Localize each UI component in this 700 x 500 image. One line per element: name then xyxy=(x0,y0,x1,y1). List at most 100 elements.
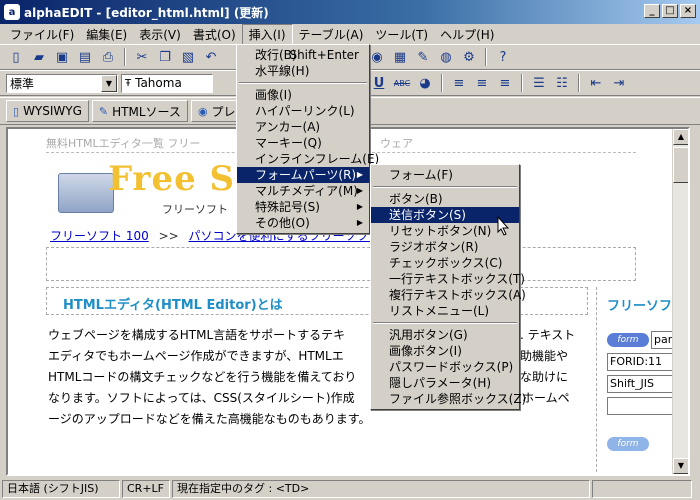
form-parts-menu-item[interactable]: 複行テキストボックス(A) xyxy=(371,287,526,303)
settings-gear-icon[interactable]: ⚙ xyxy=(459,47,479,67)
window-title: alphaEDIT - [editor_html.html] (更新) xyxy=(24,5,269,20)
scroll-up-icon[interactable]: ▲ xyxy=(673,129,688,145)
menu-table[interactable]: テーブル(A) xyxy=(293,25,370,44)
form-parts-menu-item[interactable]: ファイル参照ボックス(Z) xyxy=(371,391,526,407)
open-folder-icon[interactable]: ▰ xyxy=(29,47,49,67)
undo-icon[interactable]: ↶ xyxy=(201,47,221,67)
app-icon: a xyxy=(4,4,20,20)
maximize-button[interactable]: □ xyxy=(662,4,678,18)
insert-menu-item[interactable]: フォームパーツ(R) ▶ xyxy=(237,167,369,183)
menu-tools[interactable]: ツール(T) xyxy=(369,25,434,44)
form-parts-menu-item-label: 送信ボタン(S) xyxy=(389,208,466,222)
insert-menu-item[interactable]: ハイパーリンク(L) xyxy=(237,103,369,119)
right-heading: フリーソフ xyxy=(607,299,673,314)
document-icon: ▯ xyxy=(13,104,20,118)
align-center-icon[interactable]: ≡ xyxy=(472,73,492,93)
pencil-icon[interactable]: ✎ xyxy=(413,47,433,67)
wysiwyg-tab[interactable]: ▯ WYSIWYG xyxy=(6,100,89,122)
form-parts-submenu: フォーム(F) ボタン(B) 送信ボタン(S) リセットボタン(N) ラジオボタン(R)… xyxy=(370,164,526,410)
insert-menu-item-label: 水平線(H) xyxy=(255,64,310,78)
web-icon[interactable]: ◍ xyxy=(436,47,456,67)
insert-menu-item[interactable]: 水平線(H) xyxy=(237,63,369,79)
form-parts-menu-item[interactable]: ラジオボタン(R) xyxy=(371,239,519,255)
insert-menu-item[interactable]: マルチメディア(M) ▶ xyxy=(237,183,369,199)
status-extra xyxy=(592,480,692,498)
unordered-list-icon[interactable]: ☷ xyxy=(552,73,572,93)
section-heading: HTMLエディタ(HTML Editor)とは xyxy=(63,298,283,313)
insert-menu-item[interactable]: その他(O) ▶ xyxy=(237,215,369,231)
paragraph-fragment: . テキスト xyxy=(520,328,576,342)
font-select[interactable]: Ŧ Tahoma xyxy=(121,73,213,93)
menu-format[interactable]: 書式(O) xyxy=(187,25,242,44)
insert-menu-item-label: 画像(I) xyxy=(255,88,292,102)
insert-menu-item[interactable]: 画像(I) xyxy=(237,87,369,103)
outdent-icon[interactable]: ⇤ xyxy=(586,73,606,93)
insert-menu-item[interactable]: マーキー(Q) xyxy=(237,135,369,151)
align-left-icon[interactable]: ≡ xyxy=(449,73,469,93)
new-file-icon[interactable]: ▯ xyxy=(6,47,26,67)
color-palette-icon[interactable]: ◕ xyxy=(415,73,435,93)
form-parts-menu-item[interactable]: 汎用ボタン(G) xyxy=(371,327,519,343)
vertical-scrollbar[interactable]: ▲ ▼ xyxy=(672,129,688,474)
breadcrumb-separator: >> xyxy=(158,229,179,243)
form-parts-menu-item[interactable]: 画像ボタン(I) xyxy=(371,343,519,359)
print-icon[interactable]: ⎙ xyxy=(98,47,118,67)
cut-icon[interactable]: ✂ xyxy=(132,47,152,67)
toolbar-separator xyxy=(578,74,580,92)
form-parts-menu-item[interactable]: パスワードボックス(P) xyxy=(371,359,519,375)
form-parts-menu-item-label: ボタン(B) xyxy=(389,192,443,206)
form-parts-menu-item[interactable]: リストメニュー(L) xyxy=(371,303,519,319)
scroll-down-icon[interactable]: ▼ xyxy=(673,458,688,474)
minimize-button[interactable]: _ xyxy=(644,4,660,18)
font-icon: Ŧ xyxy=(125,77,132,89)
menu-insert[interactable]: 挿入(I) xyxy=(241,23,293,45)
form-parts-menu-item-label: 画像ボタン(I) xyxy=(389,344,462,358)
menu-help[interactable]: ヘルプ(H) xyxy=(434,25,500,44)
form-parts-menu-item-label: ラジオボタン(R) xyxy=(389,240,479,254)
form-parts-menu-item-label: 隠しパラメータ(H) xyxy=(389,376,492,390)
status-tag: 現在指定中のタグ : <TD> xyxy=(172,480,590,498)
style-select[interactable]: 標準 ▼ xyxy=(6,73,118,93)
align-right-icon[interactable]: ≡ xyxy=(495,73,515,93)
status-encoding: 日本語 (シフトJIS) xyxy=(2,480,120,498)
help-icon[interactable]: ? xyxy=(493,47,513,67)
toolbar-separator xyxy=(124,48,126,66)
insert-menu-item[interactable]: 改行(B) Shift+Enter xyxy=(237,47,369,63)
close-button[interactable]: × xyxy=(680,4,696,18)
window-icon[interactable]: ▦ xyxy=(390,47,410,67)
html-source-tab-label: HTMLソース xyxy=(112,104,181,119)
scroll-thumb[interactable] xyxy=(673,147,688,183)
strikethrough-icon[interactable]: ABC xyxy=(392,73,412,93)
menu-view[interactable]: 表示(V) xyxy=(133,25,187,44)
menu-file[interactable]: ファイル(F) xyxy=(4,25,80,44)
submenu-arrow-icon: ▶ xyxy=(356,186,363,195)
form-parts-menu-item[interactable]: 一行テキストボックス(T) xyxy=(371,271,525,287)
form-parts-menu-item[interactable]: 隠しパラメータ(H) xyxy=(371,375,519,391)
status-newline: CR+LF xyxy=(122,480,170,498)
save-icon[interactable]: ▣ xyxy=(52,47,72,67)
breadcrumb-link-home[interactable]: フリーソフト 100 xyxy=(50,229,149,243)
insert-menu-item[interactable]: インラインフレーム(E) xyxy=(237,151,379,167)
form-parts-menu-item[interactable]: チェックボックス(C) xyxy=(371,255,519,271)
underline-icon[interactable]: U xyxy=(369,73,389,93)
logo-subtext: フリーソフト xyxy=(162,203,228,216)
chevron-down-icon[interactable]: ▼ xyxy=(101,74,117,92)
form-parts-menu-item[interactable]: ボタン(B) xyxy=(371,191,519,207)
insert-menu-item[interactable]: アンカー(A) xyxy=(237,119,369,135)
menu-edit[interactable]: 編集(E) xyxy=(80,25,133,44)
indent-icon[interactable]: ⇥ xyxy=(609,73,629,93)
copy-icon[interactable]: ❐ xyxy=(155,47,175,67)
status-bar: 日本語 (シフトJIS) CR+LF 現在指定中のタグ : <TD> xyxy=(0,478,700,500)
insert-menu-item[interactable]: 特殊記号(S) ▶ xyxy=(237,199,369,215)
insert-menu-item-label: アンカー(A) xyxy=(255,120,321,134)
paragraph-right-fragments: . テキスト 助機能や な助けに るホームペ xyxy=(510,325,576,409)
paragraph-fragment: 助機能や xyxy=(520,349,569,363)
form-parts-menu-item[interactable]: フォーム(F) xyxy=(371,167,519,183)
globe-icon[interactable]: ◉ xyxy=(367,47,387,67)
ordered-list-icon[interactable]: ☰ xyxy=(529,73,549,93)
save-all-icon[interactable]: ▤ xyxy=(75,47,95,67)
html-source-tab[interactable]: ✎ HTMLソース xyxy=(91,100,188,122)
crumb-text: 無料HTMLエディタ一覧 フリー xyxy=(46,137,201,150)
paste-icon[interactable]: ▧ xyxy=(178,47,198,67)
style-select-value: 標準 xyxy=(10,76,35,91)
